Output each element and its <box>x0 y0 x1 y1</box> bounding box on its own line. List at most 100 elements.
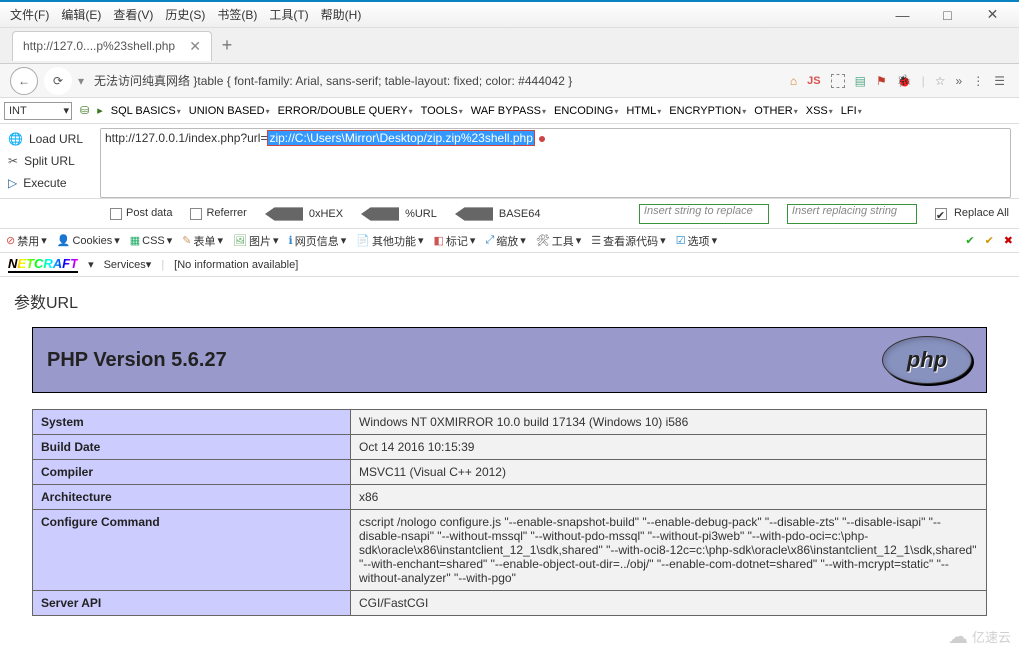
menu-bookmarks[interactable]: 书签(B) <box>213 4 261 25</box>
browser-tab[interactable]: http://127.0....p%23shell.php ✕ <box>12 31 212 61</box>
menu-view[interactable]: 查看(V) <box>109 4 157 25</box>
page-content: 参数URL PHP Version 5.6.27 php SystemWindo… <box>0 277 1019 616</box>
menu-file[interactable]: 文件(F) <box>6 4 53 25</box>
window-maximize[interactable]: □ <box>925 4 970 26</box>
scissors-icon: ✂ <box>8 154 18 168</box>
options-row: Post data Referrer 0xHEX %URL BASE64 Ins… <box>0 199 1019 229</box>
url-textarea[interactable]: http://127.0.0.1/index.php?url=zip://C:\… <box>100 128 1011 198</box>
menu-tools[interactable]: 工具(T) <box>265 4 312 25</box>
dev-toolbar: ⊘禁用▾ 👤Cookies▾ ▦CSS▾ ✎表单▾ 🖼图片▾ ℹ网页信息▾ 📄其… <box>0 229 1019 253</box>
php-version-text: PHP Version 5.6.27 <box>47 349 227 372</box>
info-dd[interactable]: ℹ网页信息▾ <box>289 233 347 249</box>
home-icon[interactable]: ⌂ <box>790 74 797 88</box>
kebab-icon[interactable]: ⋮ <box>972 74 984 88</box>
cancel-red-icon[interactable]: ✖ <box>1004 234 1013 247</box>
replace-to-input[interactable]: Insert replacing string <box>787 204 917 224</box>
hamburger-icon[interactable]: ☰ <box>994 74 1005 88</box>
menu-history[interactable]: 历史(S) <box>161 4 209 25</box>
encryption[interactable]: ENCRYPTION <box>669 105 746 117</box>
tab-close-icon[interactable]: ✕ <box>189 38 201 55</box>
table-row: SystemWindows NT 0XMIRROR 10.0 build 171… <box>33 410 987 435</box>
netcraft-info: [No information available] <box>174 259 298 271</box>
table-value: MSVC11 (Visual C++ 2012) <box>351 460 987 485</box>
window-close[interactable]: ✕ <box>970 4 1015 26</box>
tab-strip: http://127.0....p%23shell.php ✕ + <box>0 28 1019 64</box>
php-version-banner: PHP Version 5.6.27 php <box>32 327 987 393</box>
union-based[interactable]: UNION BASED <box>189 105 270 117</box>
table-value: CGI/FastCGI <box>351 591 987 616</box>
load-url[interactable]: 🌐Load URL <box>4 128 100 150</box>
table-key: System <box>33 410 351 435</box>
waf-bypass[interactable]: WAF BYPASS <box>471 105 546 117</box>
overflow-icon[interactable]: » <box>956 74 963 88</box>
back-button[interactable]: ← <box>10 67 38 95</box>
flag-icon[interactable]: ⚑ <box>876 74 887 88</box>
netcraft-logo[interactable]: NETCRAFT <box>8 256 78 273</box>
dropdown-icon[interactable]: ▾ <box>78 74 84 88</box>
post-data-check[interactable]: Post data <box>110 207 172 219</box>
php-logo: php <box>882 336 972 384</box>
hex-button[interactable]: 0xHEX <box>265 207 343 221</box>
resize-dd[interactable]: ⤢缩放▾ <box>485 233 525 249</box>
lfi[interactable]: LFI <box>841 105 862 117</box>
js-icon[interactable]: JS <box>807 75 820 87</box>
new-tab-button[interactable]: + <box>212 35 242 56</box>
page-heading: 参数URL <box>14 289 1005 313</box>
other[interactable]: OTHER <box>754 105 798 117</box>
check-amber-icon[interactable]: ✔ <box>985 234 994 247</box>
options-dd[interactable]: ☑选项▾ <box>676 233 717 249</box>
db-icon[interactable]: ⛁ <box>80 104 89 117</box>
services-dd[interactable]: Services▾ <box>104 258 152 271</box>
reload-button[interactable]: ⟳ <box>44 67 72 95</box>
xss[interactable]: XSS <box>806 105 833 117</box>
menu-edit[interactable]: 编辑(E) <box>57 4 105 25</box>
base64-button[interactable]: BASE64 <box>455 207 541 221</box>
table-row: Build DateOct 14 2016 10:15:39 <box>33 435 987 460</box>
execute[interactable]: ▷Execute <box>4 172 100 194</box>
table-key: Configure Command <box>33 510 351 591</box>
int-selector[interactable]: INT▾ <box>4 102 72 120</box>
window-minimize[interactable]: — <box>880 4 925 26</box>
sql-basics[interactable]: SQL BASICS <box>111 105 181 117</box>
star-icon[interactable]: ☆ <box>935 74 946 88</box>
replace-from-input[interactable]: Insert string to replace <box>639 204 769 224</box>
tab-title: http://127.0....p%23shell.php <box>23 39 175 53</box>
cookies-dd[interactable]: 👤Cookies▾ <box>57 234 120 247</box>
url-panel: 🌐Load URL ✂Split URL ▷Execute http://127… <box>0 124 1019 199</box>
arrow-icon[interactable]: ▸ <box>97 104 103 117</box>
table-key: Build Date <box>33 435 351 460</box>
tools-dd[interactable]: 🛠工具▾ <box>536 233 582 249</box>
sql-tools[interactable]: TOOLS <box>421 105 463 117</box>
encoding[interactable]: ENCODING <box>554 105 618 117</box>
table-key: Compiler <box>33 460 351 485</box>
check-green-icon[interactable]: ✔ <box>965 234 974 247</box>
misc-dd[interactable]: 📄其他功能▾ <box>356 233 423 249</box>
watermark: ☁亿速云 <box>948 624 1011 649</box>
table-row: Server APICGI/FastCGI <box>33 591 987 616</box>
table-value: x86 <box>351 485 987 510</box>
forms-dd[interactable]: ✎表单▾ <box>182 233 223 249</box>
table-key: Server API <box>33 591 351 616</box>
gear-icon[interactable] <box>831 74 845 88</box>
css-dd[interactable]: ▦CSS▾ <box>130 234 173 247</box>
cloud-icon: ☁ <box>948 624 968 649</box>
html-dd[interactable]: HTML <box>626 105 661 117</box>
nav-bar: ← ⟳ ▾ 无法访问纯真网络 }table { font-family: Ari… <box>0 64 1019 98</box>
table-value: Windows NT 0XMIRROR 10.0 build 17134 (Wi… <box>351 410 987 435</box>
source-dd[interactable]: ☰查看源代码▾ <box>591 233 665 249</box>
disable-dd[interactable]: ⊘禁用▾ <box>6 233 47 249</box>
referrer-check[interactable]: Referrer <box>190 207 246 219</box>
images-dd[interactable]: 🖼图片▾ <box>233 233 279 249</box>
split-url[interactable]: ✂Split URL <box>4 150 100 172</box>
clipboard-icon[interactable]: ▤ <box>855 74 866 88</box>
menu-help[interactable]: 帮助(H) <box>317 4 366 25</box>
address-display[interactable]: 无法访问纯真网络 }table { font-family: Arial, sa… <box>90 72 784 89</box>
replace-all-check[interactable]: ✔ Replace All <box>935 207 1009 219</box>
error-query[interactable]: ERROR/DOUBLE QUERY <box>278 105 413 117</box>
bug-icon[interactable]: 🐞 <box>897 74 912 88</box>
urlenc-button[interactable]: %URL <box>361 207 437 221</box>
play-icon: ▷ <box>8 176 17 190</box>
outline-dd[interactable]: ◧标记▾ <box>434 233 476 249</box>
table-key: Architecture <box>33 485 351 510</box>
netcraft-bar: NETCRAFT▾ Services▾ | [No information av… <box>0 253 1019 277</box>
